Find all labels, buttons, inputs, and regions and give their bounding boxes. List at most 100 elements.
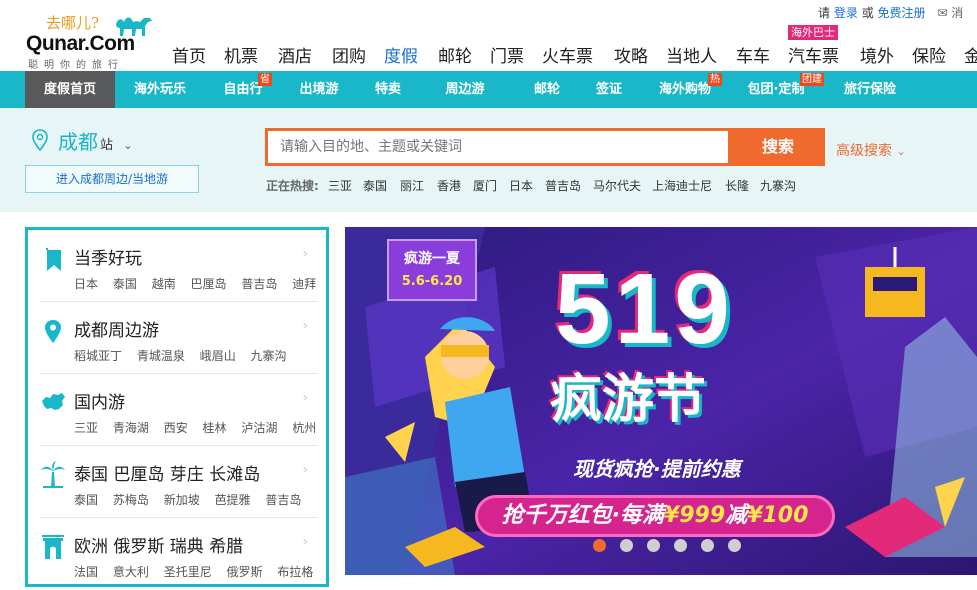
menu-item-nearby[interactable]: 成都周边游 › 稻城亚丁 青城温泉 峨眉山 九寨沟 — [40, 302, 318, 374]
menu-item-europe[interactable]: 欧洲 俄罗斯 瑞典 希腊 › 法国 意大利 圣托里尼 俄罗斯 布拉格 — [40, 518, 318, 590]
nav-locals[interactable]: 当地人 — [666, 42, 717, 67]
menu-item-links: 三亚 青海湖 西安 桂林 泸沽湖 杭州 — [74, 419, 327, 436]
menu-link[interactable]: 俄罗斯 — [227, 565, 263, 579]
hot-item[interactable]: 丽江 — [400, 177, 424, 194]
nav-insurance[interactable]: 保险 — [912, 42, 946, 67]
menu-item-domestic[interactable]: 国内游 › 三亚 青海湖 西安 桂林 泸沽湖 杭州 — [40, 374, 318, 446]
menu-link[interactable]: 桂林 — [203, 421, 227, 435]
menu-link[interactable]: 意大利 — [113, 565, 149, 579]
menu-link[interactable]: 泸沽湖 — [241, 421, 277, 435]
hot-item[interactable]: 上海迪士尼 — [652, 177, 712, 194]
tab-sale[interactable]: 特卖 — [355, 71, 421, 108]
promo-discount: ¥100 — [747, 503, 809, 528]
nav-home[interactable]: 首页 — [172, 42, 206, 67]
hot-item[interactable]: 九寨沟 — [760, 177, 796, 194]
menu-link[interactable]: 芭提雅 — [215, 493, 251, 507]
menu-link[interactable]: 巴厘岛 — [191, 277, 227, 291]
nav-train[interactable]: 火车票 — [542, 42, 593, 67]
hot-item[interactable]: 长隆 — [725, 177, 749, 194]
promo-banner[interactable]: 疯游一夏 5.6-6.20 519 疯游节 现货疯抢·提前约惠 抢千万红包·每满… — [345, 227, 977, 575]
hot-item[interactable]: 日本 — [509, 177, 533, 194]
tab-nearby[interactable]: 周边游 — [421, 71, 509, 108]
menu-link[interactable]: 布拉格 — [277, 565, 313, 579]
carousel-dot[interactable] — [620, 539, 634, 552]
hot-searches: 正在热搜: 三亚 泰国 丽江 香港 厦门 日本 普吉岛 马尔代夫 上海迪士尼 长… — [266, 177, 796, 194]
search-input[interactable] — [268, 131, 728, 163]
tab-travel-insurance[interactable]: 旅行保险 — [829, 71, 911, 108]
china-map-icon — [42, 393, 65, 410]
menu-link[interactable]: 稻城亚丁 — [74, 349, 122, 363]
hot-item[interactable]: 泰国 — [363, 177, 387, 194]
city-selector[interactable]: 成都站 ⌄ — [32, 126, 133, 155]
chevron-right-icon: › — [302, 246, 308, 262]
menu-item-southeast-asia[interactable]: 泰国 巴厘岛 芽庄 长滩岛 › 泰国 苏梅岛 新加坡 芭提雅 普吉岛 — [40, 446, 318, 518]
nav-guides[interactable]: 攻略 — [614, 42, 648, 67]
tab-overseas-fun[interactable]: 海外玩乐 — [115, 71, 205, 108]
carousel-dot[interactable] — [701, 539, 715, 552]
menu-link[interactable]: 越南 — [152, 277, 176, 291]
city-name: 成都 — [58, 130, 98, 154]
menu-link[interactable]: 苏梅岛 — [113, 493, 149, 507]
menu-link[interactable]: 迪拜 — [292, 277, 316, 291]
menu-link[interactable]: 泰国 — [113, 277, 137, 291]
nav-bus-tickets[interactable]: 汽车票 — [788, 42, 839, 67]
nav-vacation[interactable]: 度假 — [384, 42, 418, 67]
menu-link[interactable]: 泰国 — [74, 493, 98, 507]
menu-item-links: 稻城亚丁 青城温泉 峨眉山 九寨沟 — [74, 347, 298, 364]
nav-groupbuy[interactable]: 团购 — [332, 42, 366, 67]
tab-visa[interactable]: 签证 — [585, 71, 633, 108]
stamp-title: 疯游一夏 — [404, 251, 460, 267]
vacation-sub-nav: 度假首页 海外玩乐 自由行 省 出境游 特卖 周边游 邮轮 签证 海外购物 热 … — [0, 71, 977, 108]
hot-item[interactable]: 香港 — [437, 177, 461, 194]
menu-link[interactable]: 峨眉山 — [200, 349, 236, 363]
nav-hotels[interactable]: 酒店 — [278, 42, 312, 67]
tab-cruise[interactable]: 邮轮 — [509, 71, 585, 108]
menu-link[interactable]: 杭州 — [292, 421, 316, 435]
menu-link[interactable]: 九寨沟 — [251, 349, 287, 363]
hot-item[interactable]: 三亚 — [328, 177, 352, 194]
overseas-bus-badge[interactable]: 海外巴士 — [788, 25, 838, 40]
message-link[interactable]: ✉ 消 — [937, 6, 963, 20]
menu-link[interactable]: 青城温泉 — [137, 349, 185, 363]
stamp-dates: 5.6-6.20 — [401, 274, 463, 289]
promo-pill: 抢千万红包·每满¥999减¥100 — [475, 495, 835, 537]
menu-item-seasonal[interactable]: 当季好玩 › 日本 泰国 越南 巴厘岛 普吉岛 迪拜 — [40, 230, 318, 302]
carousel-dot[interactable] — [647, 539, 661, 552]
nav-overseas[interactable]: 境外 — [860, 42, 894, 67]
menu-link[interactable]: 法国 — [74, 565, 98, 579]
menu-link[interactable]: 三亚 — [74, 421, 98, 435]
nav-finance[interactable]: 金 — [964, 42, 977, 67]
search-button[interactable]: 搜索 — [731, 128, 825, 166]
hot-item[interactable]: 厦门 — [473, 177, 497, 194]
register-link[interactable]: 免费注册 — [878, 6, 926, 20]
menu-item-title: 国内游 — [74, 393, 125, 413]
advanced-search-link[interactable]: 高级搜索 ⌄ — [836, 140, 906, 160]
tab-outbound[interactable]: 出境游 — [283, 71, 355, 108]
location-pin-icon — [45, 320, 61, 343]
chevron-right-icon: › — [302, 462, 308, 478]
banner-headline: 519 — [555, 253, 734, 365]
menu-link[interactable]: 新加坡 — [164, 493, 200, 507]
menu-link[interactable]: 日本 — [74, 277, 98, 291]
nav-tickets[interactable]: 门票 — [490, 42, 524, 67]
menu-link[interactable]: 青海湖 — [113, 421, 149, 435]
carousel-dot[interactable] — [674, 539, 688, 552]
menu-link[interactable]: 西安 — [164, 421, 188, 435]
nav-flights[interactable]: 机票 — [224, 42, 258, 67]
menu-link[interactable]: 普吉岛 — [241, 277, 277, 291]
menu-link[interactable]: 普吉岛 — [265, 493, 301, 507]
tab-vacation-home[interactable]: 度假首页 — [25, 71, 115, 108]
carousel-dot[interactable] — [593, 539, 606, 552]
nav-cruise[interactable]: 邮轮 — [438, 42, 472, 67]
login-link[interactable]: 登录 — [834, 6, 858, 20]
logo-brand: Qunar.Com — [26, 32, 135, 55]
campaign-stamp: 疯游一夏 5.6-6.20 — [387, 239, 477, 301]
nav-cars[interactable]: 车车 — [736, 42, 770, 67]
qunar-logo[interactable]: 去哪儿? Qunar.Com 聪明你的旅行 — [26, 10, 166, 71]
local-tour-button[interactable]: 进入成都周边/当地游 — [25, 165, 199, 193]
menu-link[interactable]: 圣托里尼 — [164, 565, 212, 579]
hot-item[interactable]: 普吉岛 — [545, 177, 581, 194]
menu-item-title: 成都周边游 — [74, 321, 159, 341]
carousel-dot[interactable] — [728, 539, 742, 552]
hot-item[interactable]: 马尔代夫 — [593, 177, 641, 194]
